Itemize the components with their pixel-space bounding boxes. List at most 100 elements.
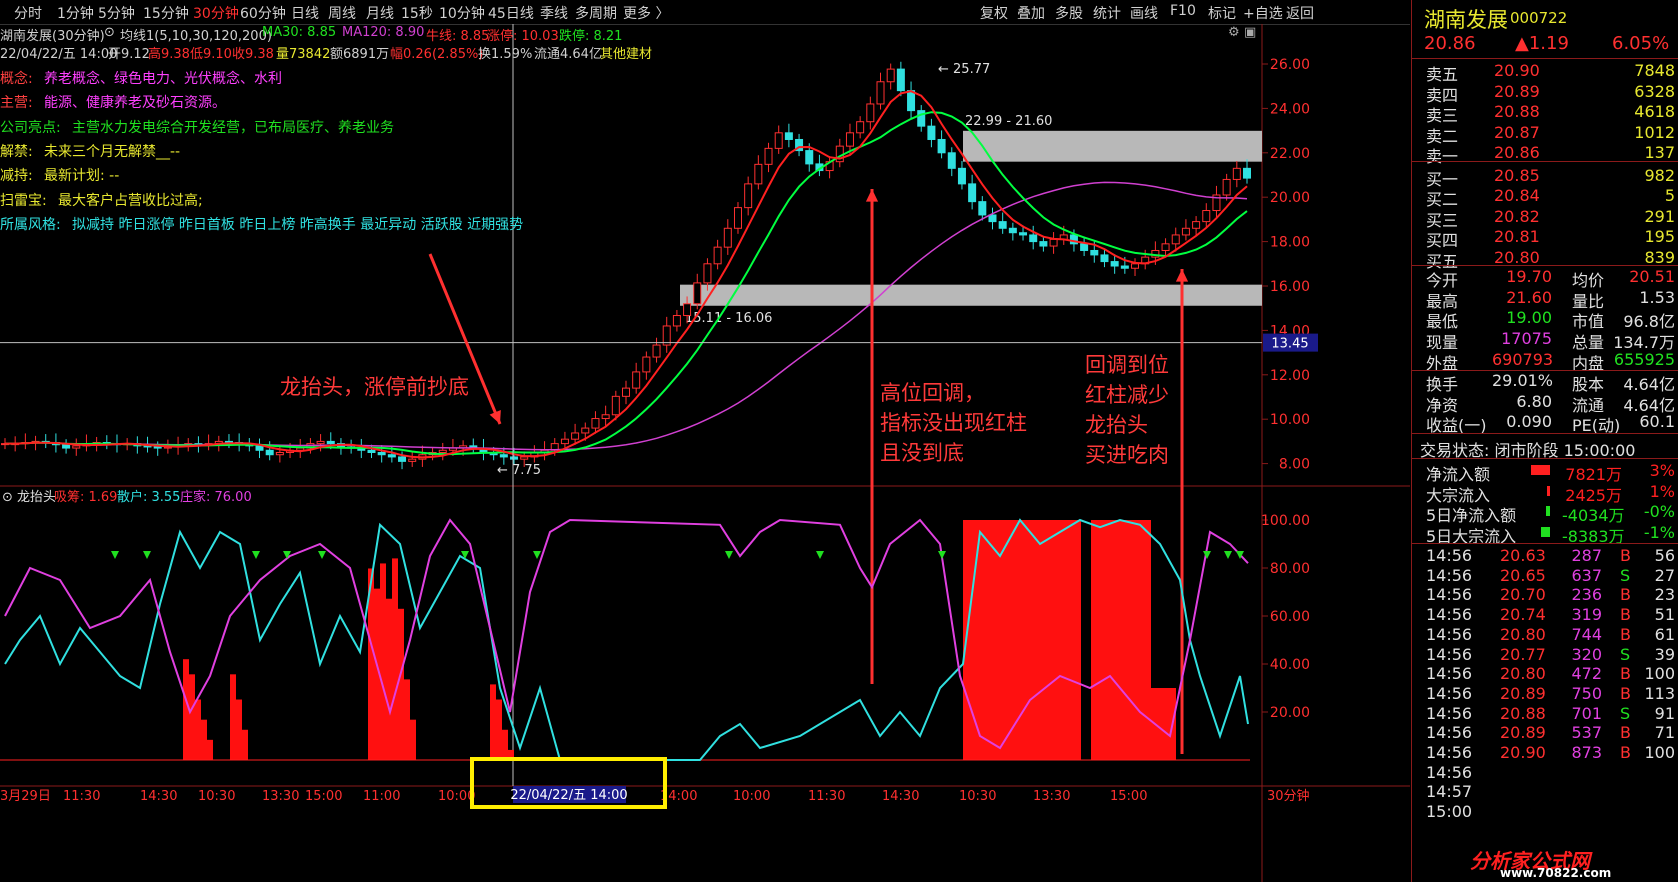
tick-price: 20.80 <box>1500 624 1546 644</box>
stats-row-4: 外盘 690793 内盘 655925 <box>1412 349 1678 373</box>
tool-button-6[interactable]: 标记 <box>1208 3 1236 23</box>
tool-button-2[interactable]: 多股 <box>1055 3 1083 23</box>
tick-extra: 61 <box>1654 624 1675 644</box>
tool-button-8[interactable]: 返回 <box>1286 3 1314 23</box>
xichou-bar <box>398 608 404 760</box>
annotation-bottom-fish: 龙抬头，涨停前抄底 <box>280 375 469 399</box>
period-tab-9[interactable]: 15秒 <box>401 3 433 23</box>
tool-button-1[interactable]: 叠加 <box>1017 3 1045 23</box>
ask-row-1[interactable]: 卖四 20.89 6328 <box>1412 81 1678 105</box>
ask-row-0[interactable]: 卖五 20.90 7848 <box>1412 60 1678 84</box>
tick-row-1[interactable]: 14:56 20.65 637 S 27 <box>1412 565 1678 586</box>
book-price: 20.84 <box>1494 186 1540 205</box>
period-toolbar: 分时 1分钟 5分钟 15分钟 30分钟 60分钟 日线 周线 月线 15秒 10分钟 45日线 季线多… <box>0 0 1410 25</box>
candle-body <box>367 449 376 453</box>
period-tab-5[interactable]: 60分钟 <box>240 3 286 23</box>
tick-side: B <box>1620 624 1631 644</box>
overlay-text-3: 未来三个月无解禁__-- <box>44 143 181 160</box>
candle-body <box>957 167 966 185</box>
period-tab-1[interactable]: 1分钟 <box>57 3 94 23</box>
period-tab-0[interactable]: 分时 <box>14 3 42 23</box>
time-label-2: 14:30 <box>140 789 177 804</box>
tick-extra: 113 <box>1644 683 1675 703</box>
period-tab-8[interactable]: 月线 <box>366 3 394 23</box>
period-tab-14[interactable]: 更多 〉 <box>623 3 669 23</box>
candle-body <box>1192 221 1201 229</box>
candle-body <box>978 201 987 216</box>
book-vol: 7848 <box>1634 61 1675 80</box>
book-price: 20.88 <box>1494 102 1540 121</box>
candle-body <box>744 183 753 209</box>
candle-body <box>265 449 274 456</box>
flow-pct: 1% <box>1649 481 1675 501</box>
quote-panel: 湖南发展 000722 20.86 ▲1.19 6.05% 卖五 20.90 784… <box>1411 0 1678 882</box>
period-tab-13[interactable]: 多周期 <box>575 3 617 23</box>
stat-value: 1.53 <box>1639 287 1675 307</box>
tool-button-4[interactable]: 画线 <box>1130 3 1158 23</box>
candle-body <box>591 418 600 429</box>
tick-row-9[interactable]: 14:56 20.89 537 B 71 <box>1412 722 1678 743</box>
tick-row-4[interactable]: 14:56 20.80 744 B 61 <box>1412 624 1678 645</box>
candle-body <box>408 458 417 462</box>
tick-row-10[interactable]: 14:56 20.90 873 B 100 <box>1412 742 1678 763</box>
candle-body <box>601 414 610 420</box>
tick-row-3[interactable]: 14:56 20.74 319 B 51 <box>1412 604 1678 625</box>
period-tab-11[interactable]: 45日线 <box>488 3 534 23</box>
tick-vol: 537 <box>1571 723 1602 743</box>
tick-row-13[interactable]: 15:00 <box>1412 801 1678 822</box>
tick-row-7[interactable]: 14:56 20.89 750 B 113 <box>1412 683 1678 704</box>
candle-body <box>886 68 895 83</box>
indicator-name[interactable]: ⊙ 龙抬头 <box>2 490 56 505</box>
bid-row-6[interactable]: 买二 20.84 5 <box>1412 185 1678 209</box>
tick-row-8[interactable]: 14:56 20.88 701 S 91 <box>1412 703 1678 724</box>
candle-body <box>62 444 71 449</box>
period-tab-6[interactable]: 日线 <box>291 3 319 23</box>
tick-row-2[interactable]: 14:56 20.70 236 B 23 <box>1412 584 1678 605</box>
tick-row-5[interactable]: 14:56 20.77 320 S 39 <box>1412 644 1678 665</box>
signal-triangle <box>938 551 946 559</box>
period-tab-4[interactable]: 30分钟 <box>193 3 239 23</box>
cursor-time-label: 22/04/22/五 14:00 <box>510 788 627 803</box>
book-price: 20.90 <box>1494 61 1540 80</box>
time-label-3: 10:30 <box>198 789 235 804</box>
indicator-xichou: 吸筹: 1.69 <box>54 489 117 505</box>
tick-row-11[interactable]: 14:56 <box>1412 762 1678 783</box>
flow-bar <box>1541 527 1550 538</box>
ind-tick-1: 80.00 <box>1270 561 1310 577</box>
ask-row-2[interactable]: 卖三 20.88 4618 <box>1412 101 1678 125</box>
tool-button-0[interactable]: 复权 <box>980 3 1008 23</box>
bid-row-8[interactable]: 买四 20.81 195 <box>1412 226 1678 250</box>
tick-row-0[interactable]: 14:56 20.63 287 B 56 <box>1412 545 1678 566</box>
stat-value: 655925 <box>1613 349 1675 369</box>
period-tab-10[interactable]: 10分钟 <box>439 3 485 23</box>
candle-body <box>1120 265 1129 269</box>
ask-row-3[interactable]: 卖二 20.87 1012 <box>1412 122 1678 146</box>
stock-price: 20.86 <box>1424 33 1476 54</box>
signal-triangle <box>816 551 824 559</box>
period-tab-12[interactable]: 季线 <box>540 3 568 23</box>
bid-row-5[interactable]: 买一 20.85 982 <box>1412 165 1678 189</box>
ind-tick-3: 40.00 <box>1270 657 1310 673</box>
chart-canvas[interactable]: 26.0024.0022.0020.0018.0016.0014.0012.00… <box>0 24 1410 882</box>
period-tab-7[interactable]: 周线 <box>328 3 356 23</box>
ask-row-4[interactable]: 卖一 20.86 137 <box>1412 142 1678 166</box>
stats-row-3: 现量 17075 总量 134.7万 <box>1412 328 1678 352</box>
period-tab-3[interactable]: 15分钟 <box>143 3 189 23</box>
tool-button-7[interactable]: +自选 <box>1243 3 1283 23</box>
tick-row-12[interactable]: 14:57 <box>1412 781 1678 802</box>
tool-button-5[interactable]: F10 <box>1170 3 1196 19</box>
tick-time: 14:56 <box>1426 546 1473 565</box>
tick-vol: 320 <box>1571 644 1602 664</box>
arrow-high-head <box>865 189 879 202</box>
resistance-zone <box>963 130 1262 162</box>
xichou-bar <box>410 719 416 760</box>
bid-row-7[interactable]: 买三 20.82 291 <box>1412 206 1678 230</box>
candle-body <box>632 371 641 389</box>
annotation-high-line-2: 且没到底 <box>880 441 964 465</box>
book-price: 20.87 <box>1494 122 1540 142</box>
tick-side: S <box>1620 703 1631 723</box>
period-tab-2[interactable]: 5分钟 <box>98 3 135 23</box>
overlay-label-1: 主营: <box>0 95 33 112</box>
tick-row-6[interactable]: 14:56 20.80 472 B 100 <box>1412 663 1678 684</box>
tool-button-3[interactable]: 统计 <box>1093 3 1121 23</box>
